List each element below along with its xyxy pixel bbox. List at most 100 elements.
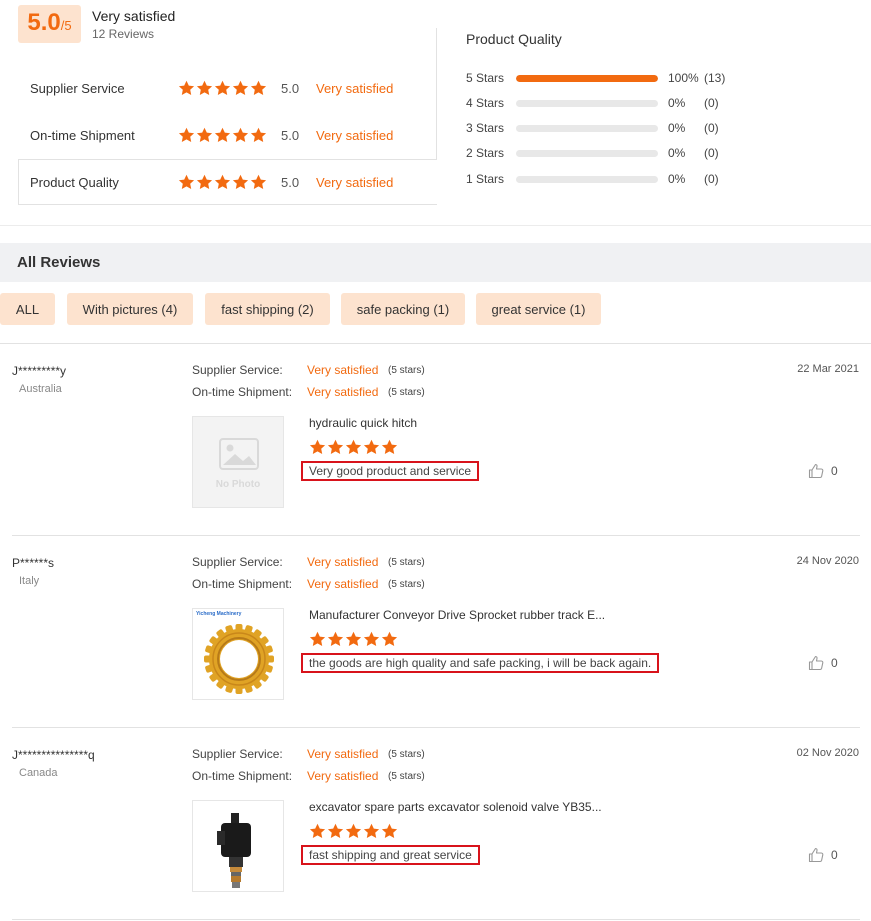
rating-row-product-quality[interactable]: Product Quality 5.0 Very satisfied [18,159,437,205]
star-icon [381,823,398,839]
distribution-count: (0) [704,146,719,160]
rating-text: Very satisfied [316,127,394,143]
like-count: 0 [831,656,838,670]
distribution-bar [516,124,658,132]
divider [12,919,860,920]
review-comment: fast shipping and great service [301,845,480,865]
star-icon [232,174,249,190]
review-date: 24 Nov 2020 [796,555,859,567]
rating-label: On-time Shipment [30,127,135,143]
star-icon [309,439,326,455]
star-icon [309,823,326,839]
image-watermark: Yicheng Machinery [196,611,242,617]
supplier-service-value: Very satisfied [307,555,379,569]
reviewer-name: J***************q [12,748,95,762]
shipment-stars: (5 stars) [388,771,425,782]
shipment-value: Very satisfied [307,769,379,783]
star-icon [345,439,362,455]
reviewer-name: J*********y [12,364,67,378]
thumbs-up-icon[interactable] [808,655,824,671]
distribution-row: 2 Stars 0% (0) [466,146,719,160]
all-reviews-title: All Reviews [17,254,101,271]
star-icon [196,80,213,96]
star-icon [214,80,231,96]
overall-score: 5.0 [27,9,61,36]
star-icon [250,174,267,190]
review-image[interactable]: Yicheng Machinery [192,608,284,700]
filter-chip-safe-packing[interactable]: safe packing (1) [341,293,465,325]
supplier-service-stars: (5 stars) [388,365,425,376]
star-icon [309,631,326,647]
shipment-stars: (5 stars) [388,579,425,590]
distribution-bar [516,74,658,82]
distribution-count: (0) [704,172,719,186]
shipment-label: On-time Shipment: [192,385,293,399]
divider [0,225,871,226]
shipment-label: On-time Shipment: [192,769,293,783]
distribution-percent: 0% [668,172,686,186]
distribution-label: 4 Stars [466,96,505,110]
rating-label: Supplier Service [30,80,125,96]
shipment-value: Very satisfied [307,577,379,591]
distribution-bar [516,99,658,107]
review-date: 02 Nov 2020 [796,747,859,759]
reviewer-country: Canada [19,767,58,779]
sprocket-photo [204,624,274,694]
review-image-placeholder[interactable]: No Photo [192,416,284,508]
divider [436,28,437,160]
review-comment: the goods are high quality and safe pack… [301,653,660,673]
filter-chip-all[interactable]: ALL [0,293,55,325]
review-comment: Very good product and service [301,461,480,481]
distribution-label: 3 Stars [466,121,505,135]
star-icon [345,631,362,647]
review-count: 12 Reviews [92,27,155,41]
distribution-row: 5 Stars 100% (13) [466,71,725,85]
supplier-service-label: Supplier Service: [192,555,283,569]
star-icon [327,823,344,839]
filter-chip-with-pictures[interactable]: With pictures (4) [67,293,193,325]
product-name[interactable]: hydraulic quick hitch [309,416,417,430]
distribution-percent: 0% [668,146,686,160]
rating-stars [178,127,267,143]
like-count: 0 [831,464,838,478]
distribution-count: (0) [704,96,719,110]
supplier-service-label: Supplier Service: [192,747,283,761]
review-card: P******s Italy Supplier Service: Very sa… [0,536,871,728]
overall-rating-text: Very satisfied [92,8,176,24]
distribution-row: 1 Stars 0% (0) [466,172,719,186]
distribution-bar [516,175,658,183]
product-name[interactable]: excavator spare parts excavator solenoid… [309,800,602,814]
star-icon [196,127,213,143]
distribution-label: 2 Stars [466,146,505,160]
product-rating-stars [309,439,398,455]
rating-text: Very satisfied [316,80,394,96]
thumbs-up-icon[interactable] [808,463,824,479]
rating-label: Product Quality [30,174,119,190]
rating-row-supplier-service[interactable]: Supplier Service 5.0 Very satisfied [18,65,437,111]
star-icon [232,80,249,96]
like-count: 0 [831,848,838,862]
overall-score-max: /5 [60,18,72,33]
star-icon [345,823,362,839]
all-reviews-header [0,243,871,282]
star-icon [363,823,380,839]
shipment-value: Very satisfied [307,385,379,399]
distribution-bar [516,149,658,157]
supplier-service-stars: (5 stars) [388,557,425,568]
star-icon [327,631,344,647]
thumbs-up-icon[interactable] [808,847,824,863]
star-icon [214,127,231,143]
distribution-row: 3 Stars 0% (0) [466,121,719,135]
product-name[interactable]: Manufacturer Conveyor Drive Sprocket rub… [309,608,605,622]
star-icon [327,439,344,455]
filter-chip-great-service[interactable]: great service (1) [476,293,601,325]
distribution-percent: 0% [668,121,686,135]
review-card: J*********y Australia Supplier Service: … [0,344,871,536]
star-icon [196,174,213,190]
star-icon [178,174,195,190]
rating-row-on-time-shipment[interactable]: On-time Shipment 5.0 Very satisfied [18,112,437,158]
filter-chip-fast-shipping[interactable]: fast shipping (2) [205,293,330,325]
review-image[interactable] [192,800,284,892]
no-photo-icon [219,438,259,470]
star-icon [178,80,195,96]
